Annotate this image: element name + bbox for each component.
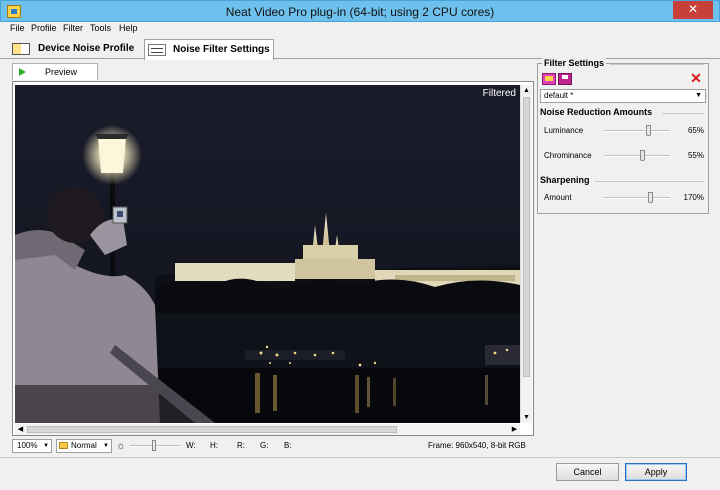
sharpening-title: Sharpening: [540, 175, 590, 185]
menu-tools[interactable]: Tools: [90, 23, 111, 33]
delete-preset-icon[interactable]: ✕: [689, 71, 703, 85]
sharpening-amount-value: 170%: [683, 193, 704, 202]
chrominance-label: Chrominance: [544, 151, 592, 160]
tab-label: Device Noise Profile: [38, 43, 135, 54]
preview-tab[interactable]: Preview: [12, 63, 98, 80]
save-preset-icon[interactable]: [558, 73, 572, 85]
device-profile-icon: [12, 43, 30, 55]
divider: [595, 181, 704, 182]
apply-button[interactable]: Apply: [625, 463, 687, 481]
play-icon: [19, 68, 26, 76]
menu-bar: File Profile Filter Tools Help: [0, 22, 720, 37]
view-mode-select[interactable]: Normal ▼: [56, 439, 112, 453]
preview-status-bar: 100% ▼ Normal ▼ ☼ W: H: R: G: B: Frame: …: [12, 438, 534, 454]
slider-knob[interactable]: [640, 150, 645, 161]
divider: [0, 457, 720, 458]
title-bar: Neat Video Pro plug-in (64-bit; using 2 …: [0, 0, 720, 22]
window-title: Neat Video Pro plug-in (64-bit; using 2 …: [225, 5, 495, 19]
vertical-scroll-thumb[interactable]: [523, 97, 530, 377]
width-label: W:: [186, 441, 196, 450]
chevron-down-icon: ▼: [43, 443, 49, 449]
filter-settings-title: Filter Settings: [542, 58, 607, 68]
slider-knob[interactable]: [648, 192, 653, 203]
slider-track: [604, 130, 670, 132]
divider: [610, 64, 704, 65]
mode-icon: [59, 442, 68, 449]
luminance-slider[interactable]: [604, 125, 670, 137]
scroll-down-icon[interactable]: ▼: [521, 412, 532, 423]
zoom-value: 100%: [17, 441, 38, 450]
slider-knob[interactable]: [646, 125, 651, 136]
tab-device-noise-profile[interactable]: Device Noise Profile: [12, 39, 137, 59]
brightness-slider[interactable]: [130, 440, 180, 452]
tab-noise-filter-settings[interactable]: Noise Filter Settings: [144, 39, 274, 60]
red-label: R:: [237, 441, 245, 450]
sharpening-amount-label: Amount: [544, 193, 572, 202]
filter-settings-icon: [148, 44, 166, 56]
menu-help[interactable]: Help: [119, 23, 138, 33]
brightness-icon: ☼: [116, 440, 127, 452]
menu-file[interactable]: File: [10, 23, 25, 33]
close-button[interactable]: ✕: [673, 1, 713, 19]
scroll-up-icon[interactable]: ▲: [521, 85, 532, 96]
slider-track: [604, 155, 670, 157]
horizontal-scroll-thumb[interactable]: [27, 426, 397, 433]
sharpening-amount-slider[interactable]: [604, 192, 670, 204]
chrominance-value: 55%: [687, 151, 704, 160]
cancel-button[interactable]: Cancel: [556, 463, 619, 481]
preview-frame: Filtered ▲ ▼ ◀ ▶: [12, 81, 534, 436]
vertical-scrollbar[interactable]: ▲ ▼: [520, 85, 532, 423]
view-mode-value: Normal: [71, 441, 97, 450]
divider: [662, 113, 704, 114]
blue-label: B:: [284, 441, 292, 450]
luminance-label: Luminance: [544, 126, 584, 135]
open-preset-icon[interactable]: [542, 73, 556, 85]
chevron-down-icon: ▼: [695, 92, 702, 99]
slider-track: [604, 197, 670, 199]
preview-tab-label: Preview: [45, 67, 78, 77]
horizontal-scrollbar[interactable]: ◀ ▶: [15, 424, 520, 435]
preset-value: default *: [544, 91, 574, 100]
zoom-select[interactable]: 100% ▼: [12, 439, 52, 453]
filtered-overlay-label: Filtered: [482, 88, 516, 99]
menu-filter[interactable]: Filter: [63, 23, 83, 33]
main-tabs: Device Noise Profile Noise Filter Settin…: [0, 37, 720, 60]
luminance-value: 65%: [687, 126, 704, 135]
frame-info: Frame: 960x540, 8-bit RGB: [428, 441, 526, 450]
scroll-left-icon[interactable]: ◀: [15, 424, 26, 435]
green-label: G:: [260, 441, 269, 450]
noise-reduction-title: Noise Reduction Amounts: [540, 107, 653, 117]
chevron-down-icon: ▼: [103, 443, 109, 449]
slider-knob[interactable]: [152, 440, 156, 451]
preset-select[interactable]: default * ▼: [540, 89, 706, 103]
height-label: H:: [210, 441, 218, 450]
menu-profile[interactable]: Profile: [31, 23, 57, 33]
tab-label: Noise Filter Settings: [173, 44, 270, 55]
night-city-scene: [15, 85, 520, 423]
chrominance-slider[interactable]: [604, 150, 670, 162]
preview-image[interactable]: Filtered: [15, 85, 520, 423]
scroll-right-icon[interactable]: ▶: [509, 424, 520, 435]
